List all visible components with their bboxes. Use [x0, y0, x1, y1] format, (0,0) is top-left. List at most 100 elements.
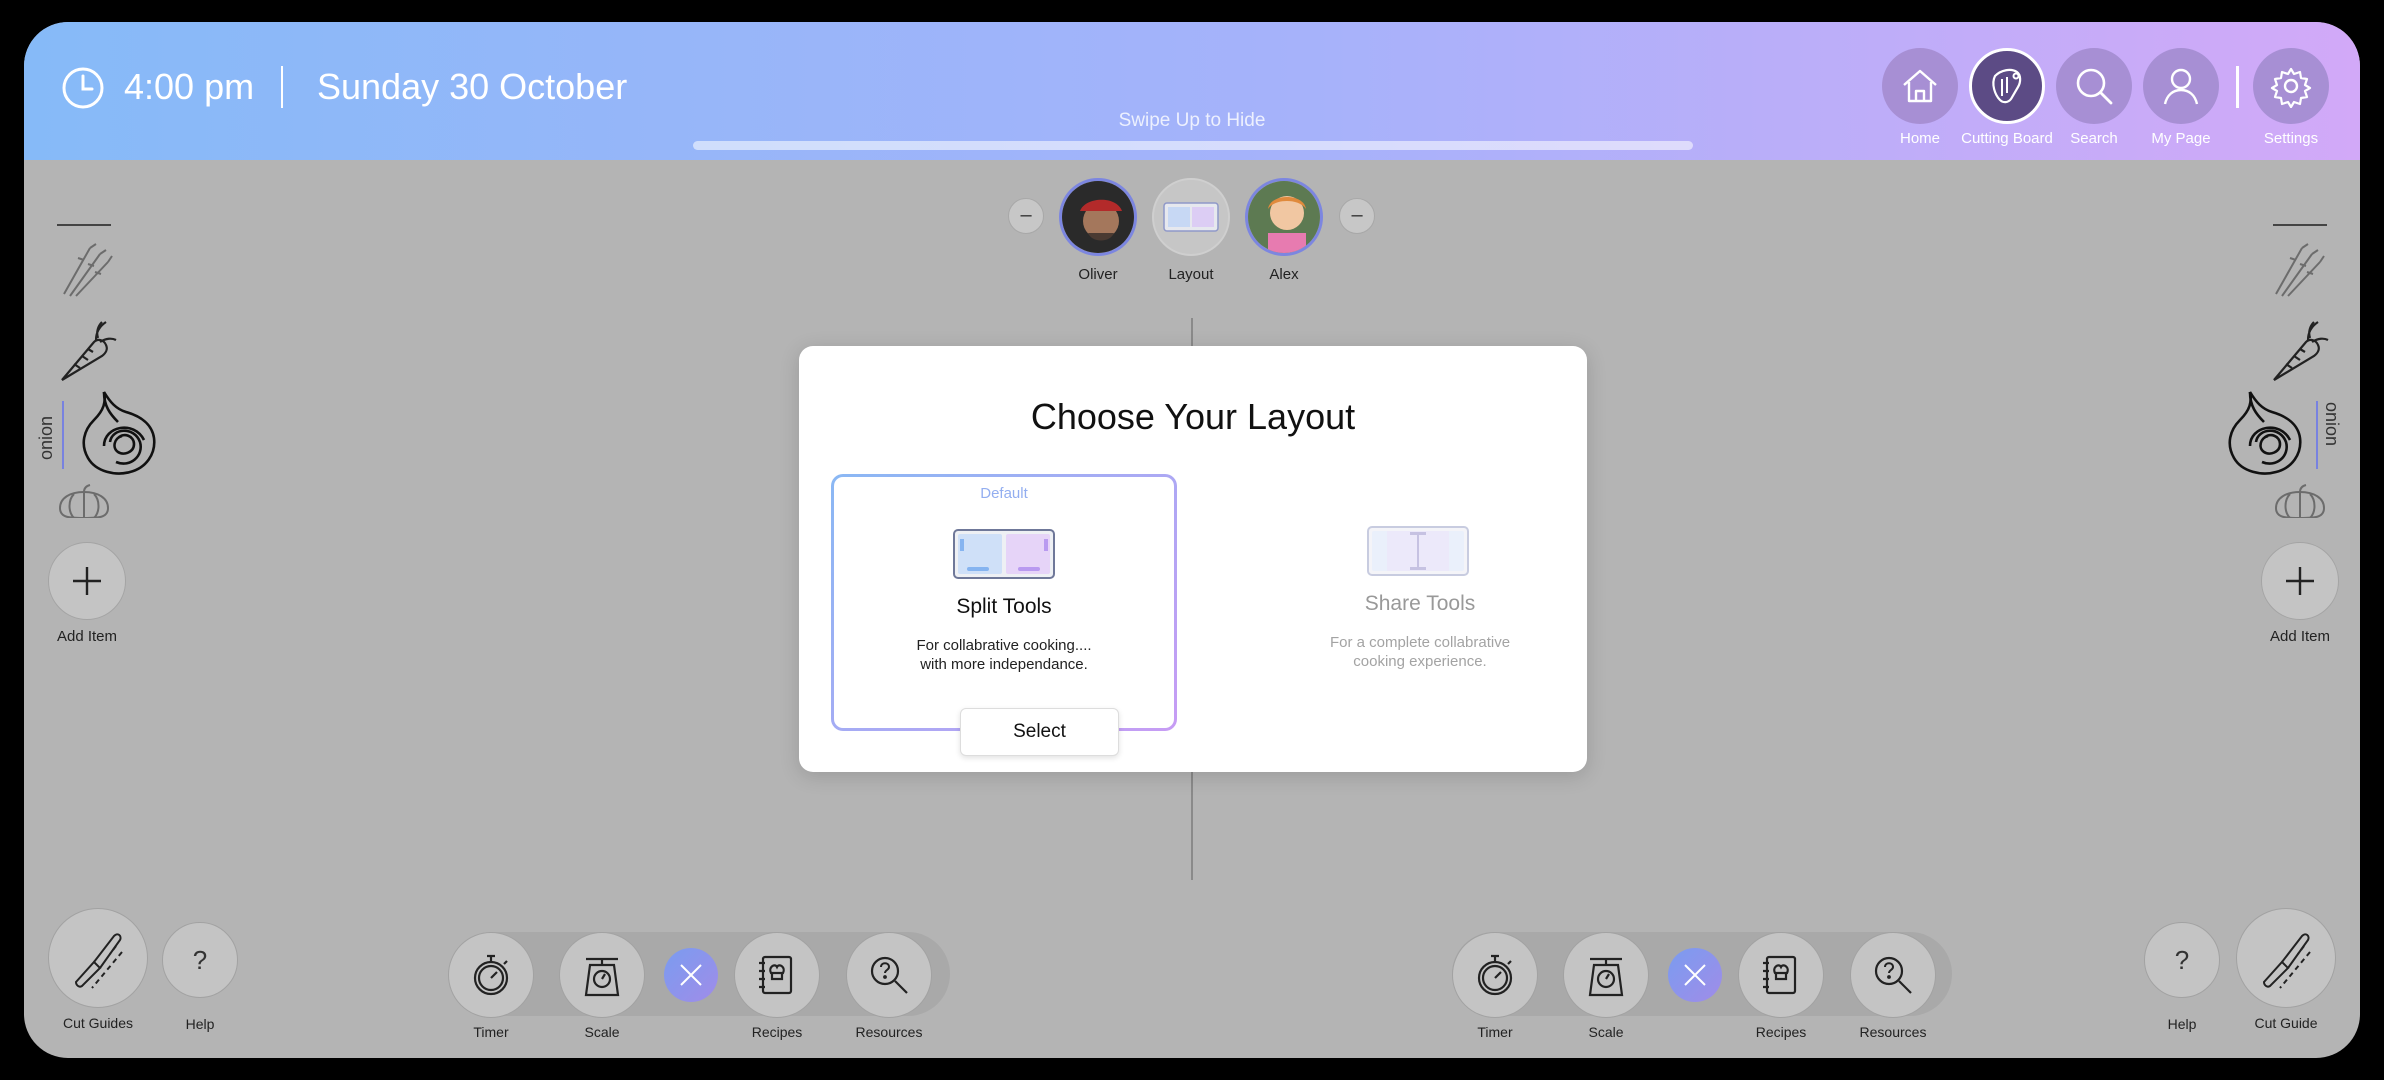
- current-time: 4:00 pm: [124, 66, 255, 107]
- right-panel-handle[interactable]: [2273, 224, 2327, 226]
- right-help-label: Help: [2167, 1016, 2197, 1032]
- left-selected-label: onion: [36, 415, 56, 460]
- pumpkin-icon-right[interactable]: [2272, 484, 2328, 518]
- right-recipes-button[interactable]: [1738, 932, 1824, 1018]
- right-cut-guide-button[interactable]: [2236, 908, 2336, 1008]
- carrot-icon-right[interactable]: [2266, 318, 2330, 386]
- layout-option-split-tools[interactable]: Default Split Tools For collabrative coo…: [831, 474, 1177, 756]
- nav-settings-label: Settings: [2263, 130, 2319, 147]
- knife-icon: [2262, 933, 2311, 989]
- left-panel-handle[interactable]: [57, 224, 111, 226]
- split-tools-desc-line2: with more independance.: [920, 656, 1088, 673]
- right-scale-label: Scale: [1588, 1024, 1624, 1040]
- recipe-book-icon: [1763, 955, 1797, 995]
- onion-icon[interactable]: [74, 386, 160, 476]
- left-recipes-button[interactable]: [734, 932, 820, 1018]
- home-icon: [1903, 69, 1937, 103]
- left-resources-button[interactable]: [846, 932, 932, 1018]
- recipe-book-icon: [759, 955, 793, 995]
- device-frame: 4:00 pm Sunday 30 October Swipe Up to Hi…: [0, 0, 2384, 1080]
- close-icon: [1684, 964, 1706, 986]
- nav-home-button[interactable]: [1882, 48, 1958, 124]
- gear-icon: [2270, 67, 2312, 108]
- left-scale-label: Scale: [584, 1024, 620, 1040]
- left-cut-guides-button[interactable]: [48, 908, 148, 1008]
- scale-icon: [1588, 957, 1624, 997]
- nav-search-button[interactable]: [2056, 48, 2132, 124]
- layout-icon: [1163, 202, 1219, 232]
- left-recipes-label: Recipes: [751, 1024, 803, 1040]
- remove-left-user-button[interactable]: –: [1008, 198, 1044, 234]
- right-recipes-label: Recipes: [1755, 1024, 1807, 1040]
- right-scale-button[interactable]: [1563, 932, 1649, 1018]
- remove-right-user-button[interactable]: –: [1339, 198, 1375, 234]
- right-timer-button[interactable]: [1452, 932, 1538, 1018]
- carrot-icon[interactable]: [54, 318, 118, 386]
- right-timer-label: Timer: [1477, 1024, 1513, 1040]
- left-help-label: Help: [185, 1016, 215, 1032]
- select-button[interactable]: Select: [960, 708, 1119, 756]
- asparagus-icon-right[interactable]: [2268, 238, 2328, 298]
- share-tools-desc-line2: cooking experience.: [1353, 653, 1487, 670]
- alex-photo: [1248, 181, 1320, 253]
- clock-icon: [62, 67, 104, 109]
- right-add-item-label: Add Item: [2269, 628, 2331, 645]
- left-timer-label: Timer: [473, 1024, 509, 1040]
- avatar-alex[interactable]: [1245, 178, 1323, 256]
- left-add-item-label: Add Item: [56, 628, 118, 645]
- onion-icon-right[interactable]: [2220, 386, 2306, 476]
- left-resources-label: Resources: [855, 1024, 923, 1040]
- split-layout-icon: [953, 529, 1055, 579]
- asparagus-icon[interactable]: [56, 238, 116, 298]
- split-tools-title: Split Tools: [956, 595, 1052, 618]
- right-cut-guide-label: Cut Guide: [2254, 1015, 2318, 1031]
- layout-option-share-tools[interactable]: Share Tools For a complete collabrative …: [1247, 474, 1593, 731]
- share-layout-icon: [1367, 526, 1469, 576]
- right-selected-indicator: [2316, 401, 2318, 469]
- nav-cutting-board-button[interactable]: [1969, 48, 2045, 124]
- right-resources-button[interactable]: [1850, 932, 1936, 1018]
- right-selected-label: onion: [2322, 402, 2342, 447]
- left-add-item-button[interactable]: [48, 542, 126, 620]
- left-selected-indicator: [62, 401, 64, 469]
- pumpkin-icon[interactable]: [56, 484, 112, 518]
- resources-search-icon: [1874, 956, 1912, 994]
- plus-icon: [2286, 567, 2314, 595]
- nav-settings-button[interactable]: [2253, 48, 2329, 124]
- avatar-alex-label: Alex: [1269, 266, 1299, 283]
- close-icon: [680, 964, 702, 986]
- nav-my-page-label: My Page: [2151, 130, 2211, 147]
- default-badge: Default: [980, 485, 1028, 502]
- nav-my-page-button[interactable]: [2143, 48, 2219, 124]
- right-add-item-button[interactable]: [2261, 542, 2339, 620]
- cutting-board-icon: [1992, 68, 2022, 104]
- share-tools-desc-line1: For a complete collabrative: [1329, 634, 1511, 651]
- right-resources-label: Resources: [1859, 1024, 1927, 1040]
- share-tools-title: Share Tools: [1364, 592, 1476, 615]
- layout-avatar-button[interactable]: [1152, 178, 1230, 256]
- user-icon: [2163, 68, 2199, 105]
- current-date: Sunday 30 October: [317, 66, 628, 107]
- share-tools-description: For a complete collabrative cooking expe…: [1247, 633, 1593, 671]
- choose-layout-dialog: Choose Your Layout Default Split Tools F…: [799, 346, 1587, 772]
- left-timer-button[interactable]: [448, 932, 534, 1018]
- search-icon: [2076, 68, 2113, 105]
- nav-divider: [2236, 66, 2239, 108]
- left-help-button[interactable]: ?: [162, 922, 238, 998]
- knife-icon: [74, 933, 123, 989]
- dialog-title: Choose Your Layout: [1030, 396, 1356, 437]
- split-tools-description: For collabrative cooking.... with more i…: [834, 636, 1174, 674]
- right-close-tools-button[interactable]: [1668, 948, 1722, 1002]
- plus-icon: [73, 567, 101, 595]
- avatar-oliver-label: Oliver: [1078, 266, 1118, 283]
- left-scale-button[interactable]: [559, 932, 645, 1018]
- layout-avatar-label: Layout: [1168, 266, 1214, 283]
- swipe-handle[interactable]: [693, 141, 1693, 150]
- timer-icon: [1477, 954, 1513, 996]
- scale-icon: [584, 957, 620, 997]
- resources-search-icon: [870, 956, 908, 994]
- right-help-button[interactable]: ?: [2144, 922, 2220, 998]
- left-close-tools-button[interactable]: [664, 948, 718, 1002]
- avatar-oliver[interactable]: [1059, 178, 1137, 256]
- top-bar[interactable]: 4:00 pm Sunday 30 October Swipe Up to Hi…: [24, 22, 2360, 160]
